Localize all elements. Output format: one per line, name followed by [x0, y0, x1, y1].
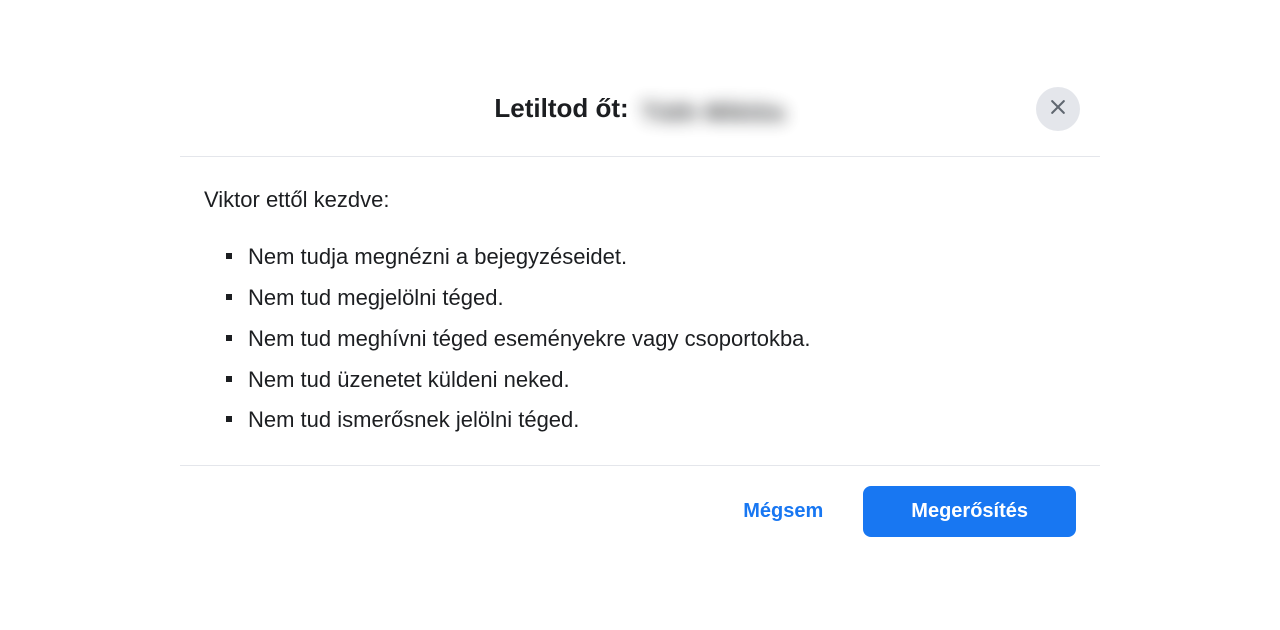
dialog-footer: Mégsem Megerősítés: [180, 466, 1100, 557]
dialog-title-name: Tóth Miklós: [641, 97, 785, 128]
close-button[interactable]: [1036, 87, 1080, 131]
list-item: Nem tudja megnézni a bejegyzéseidet.: [232, 237, 1076, 278]
list-item: Nem tud meghívni téged eseményekre vagy …: [232, 319, 1076, 360]
confirm-button[interactable]: Megerősítés: [863, 486, 1076, 537]
list-item: Nem tud üzenetet küldeni neked.: [232, 360, 1076, 401]
list-item: Nem tud megjelölni téged.: [232, 278, 1076, 319]
dialog-header: Letiltod őt: Tóth Miklós: [180, 73, 1100, 157]
block-user-dialog: Letiltod őt: Tóth Miklós Viktor ettől ke…: [180, 73, 1100, 557]
dialog-title-prefix: Letiltod őt:: [494, 93, 628, 124]
dialog-body: Viktor ettől kezdve: Nem tudja megnézni …: [180, 157, 1100, 466]
list-item: Nem tud ismerősnek jelölni téged.: [232, 400, 1076, 441]
restrictions-list: Nem tudja megnézni a bejegyzéseidet. Nem…: [204, 237, 1076, 441]
intro-text: Viktor ettől kezdve:: [204, 187, 1076, 213]
close-icon: [1048, 97, 1068, 120]
cancel-button[interactable]: Mégsem: [723, 490, 843, 533]
